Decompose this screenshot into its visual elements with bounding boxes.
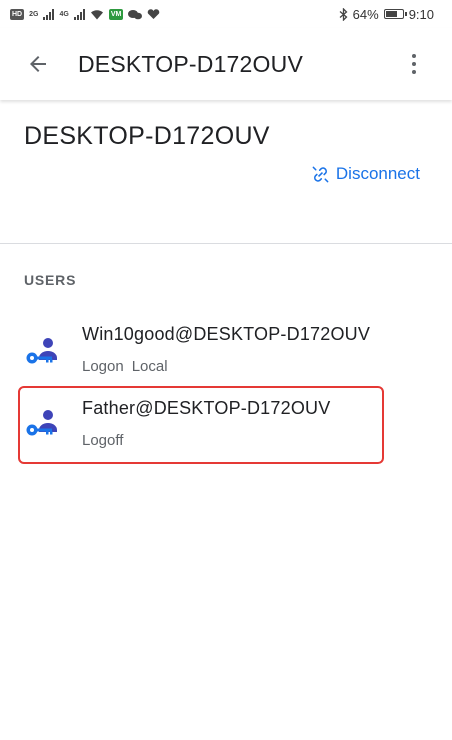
heart-icon (148, 8, 160, 19)
user-status: Logon Local (82, 358, 168, 375)
signal-icon-2 (73, 8, 85, 20)
wechat-icon (128, 9, 143, 19)
user-key-icon (26, 338, 57, 364)
back-button[interactable] (18, 44, 58, 84)
battery-icon (383, 9, 407, 19)
clock: 9:10 (408, 6, 434, 22)
hd-icon: HD (10, 8, 25, 20)
users-section-header: USERS (24, 272, 77, 288)
bluetooth-icon (339, 7, 348, 21)
network-2g-icon: 2G (29, 10, 39, 18)
user-name: Win10good@DESKTOP-D172OUV (82, 324, 371, 344)
device-name: DESKTOP-D172OUV (24, 122, 270, 150)
battery-percent: 64% (352, 6, 379, 22)
session-type: Local (131, 358, 168, 375)
disconnect-button[interactable]: Disconnect (311, 164, 420, 184)
page-title: DESKTOP-D172OUV (78, 50, 303, 77)
network-4g-icon: 4G (59, 10, 69, 18)
logon-status: Logoff (82, 432, 124, 449)
arrow-back-icon (30, 56, 46, 72)
user-item-selected[interactable]: Father@DESKTOP-D172OUV Logoff (18, 386, 384, 464)
status-icons-left: HD 2G 4G VM (10, 8, 160, 20)
app-bar: DESKTOP-D172OUV (0, 28, 452, 100)
divider (0, 243, 452, 244)
wifi-icon (90, 9, 103, 19)
more-options-button[interactable] (402, 52, 426, 76)
disconnect-label: Disconnect (335, 164, 420, 183)
more-vert-icon (412, 54, 416, 58)
status-icons-right: 64% 9:10 (339, 7, 434, 22)
user-key-icon (26, 410, 57, 436)
user-name: Father@DESKTOP-D172OUV (82, 398, 331, 418)
user-item[interactable]: Win10good@DESKTOP-D172OUV Logon Local (18, 314, 384, 392)
user-status: Logoff (82, 432, 123, 449)
screen: HD 2G 4G VM 64% 9:10 DESKTOP-D172OUV DES… (0, 0, 452, 740)
app-notification-icon: VM (108, 8, 124, 20)
status-bar: HD 2G 4G VM 64% 9:10 (0, 0, 452, 28)
logon-status: Logon (82, 358, 124, 375)
signal-icon (43, 8, 55, 20)
link-off-icon (312, 166, 329, 182)
